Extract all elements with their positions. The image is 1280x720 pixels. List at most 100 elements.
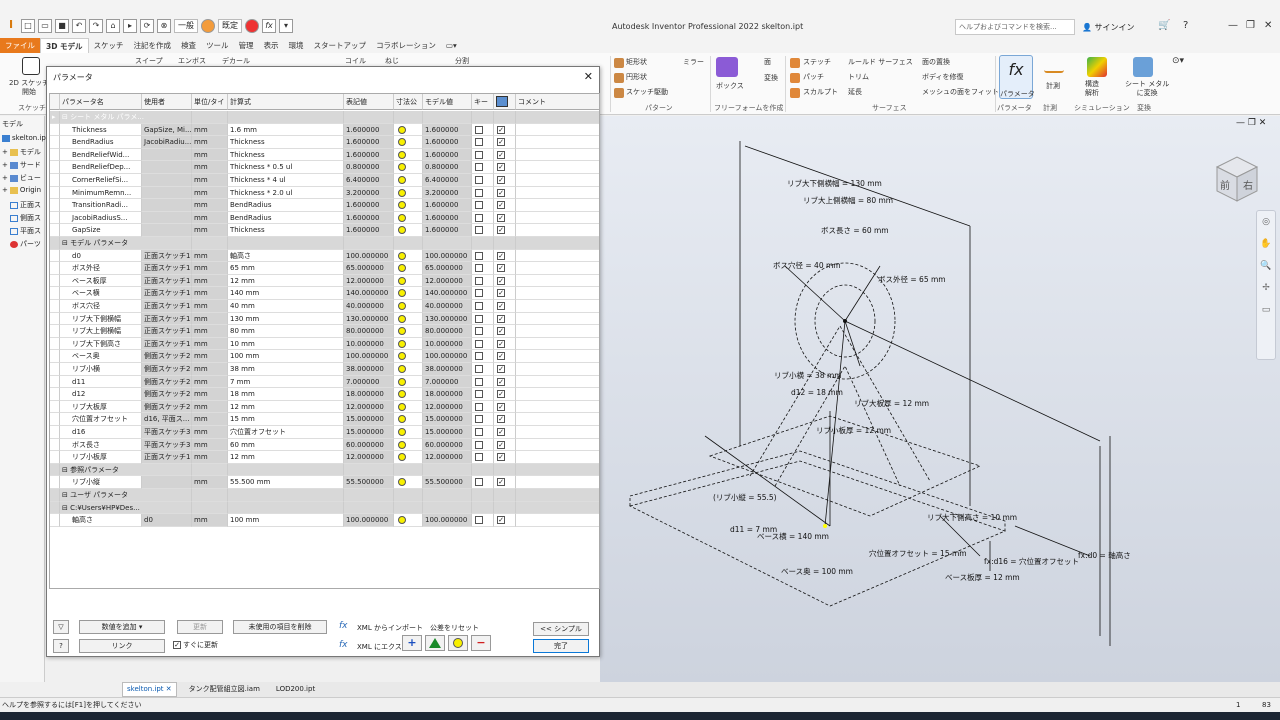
tolerance-dot-icon[interactable] [398, 390, 406, 399]
key-checkbox[interactable] [475, 339, 483, 348]
close-icon[interactable]: ✕ [584, 70, 593, 83]
repair-bodies-button[interactable]: ボディを修復 [922, 72, 964, 82]
tolerance-dot-icon[interactable] [398, 289, 406, 298]
parameters-button[interactable]: パラメータ [1000, 89, 1035, 99]
tolerance-dot-icon[interactable] [398, 302, 406, 310]
new-file-icon[interactable]: □ [21, 19, 35, 33]
parameter-row[interactable]: TransitionRadi... mm BendRadius 1.600000 1.6… [50, 199, 599, 212]
cell-comment[interactable] [516, 476, 599, 489]
rect-pattern-button[interactable]: 矩形状 [626, 57, 647, 67]
parameter-row[interactable]: d12 側面スケッチ2 mm 18 mm 18.000000 18.000000 ✓ [50, 388, 599, 401]
key-checkbox[interactable] [475, 138, 483, 147]
dim-label[interactable]: リブ小横 = 38 mm [774, 370, 842, 381]
viewcube-right[interactable]: 右 [1243, 177, 1253, 192]
key-checkbox[interactable] [475, 440, 483, 449]
cell-comment[interactable] [516, 300, 599, 313]
update-button[interactable]: 更新 [177, 620, 223, 634]
tab-3d-model[interactable]: 3D モデル [40, 37, 89, 54]
export-checkbox[interactable]: ✓ [497, 453, 505, 462]
export-checkbox[interactable]: ✓ [497, 390, 505, 399]
col-header-user[interactable]: 使用者 [142, 94, 192, 110]
minimize-icon[interactable]: — [1228, 20, 1238, 31]
cell-comment[interactable] [516, 224, 599, 237]
cell-expr[interactable]: 1.6 mm [228, 123, 344, 137]
export-checkbox[interactable]: ✓ [497, 516, 505, 525]
tolerance-dot-icon[interactable] [398, 163, 406, 172]
col-header-tolerance[interactable]: 寸法公 [394, 94, 423, 110]
doc-tab-tank[interactable]: タンク配管組立図.iam [185, 683, 264, 696]
doc-tab-lod[interactable]: LOD200.ipt [272, 683, 319, 696]
add-numeric-button[interactable]: 数値を追加 ▾ [79, 620, 165, 634]
material-dropdown[interactable]: 既定 [218, 19, 242, 33]
viewport-window-controls-icon[interactable]: — ❐ ✕ [1236, 118, 1266, 128]
export-checkbox[interactable]: ✓ [497, 289, 505, 298]
cell-comment[interactable] [516, 514, 599, 527]
cell-expr[interactable]: 12 mm [228, 451, 344, 464]
convert-freeform-button[interactable]: 変換 [764, 73, 778, 83]
parameter-row[interactable]: BendReliefWid... mm Thickness 1.600000 1.600… [50, 148, 599, 162]
cart-icon[interactable]: 🛒 [1158, 20, 1170, 31]
cell-comment[interactable] [516, 451, 599, 464]
export-checkbox[interactable]: ✓ [497, 415, 505, 424]
tab-environments[interactable]: 環境 [284, 38, 309, 53]
inventor-logo-icon[interactable]: I [4, 19, 18, 33]
key-checkbox[interactable] [475, 125, 483, 134]
export-checkbox[interactable]: ✓ [497, 176, 505, 184]
dim-label[interactable]: 穴位置オフセット = 15 mm [869, 548, 967, 559]
cell-comment[interactable] [516, 174, 599, 187]
start-sketch-icon[interactable] [22, 57, 40, 75]
tab-getstarted[interactable]: スタートアップ [309, 38, 372, 53]
tolerance-dot-icon[interactable] [398, 352, 406, 361]
parameter-row[interactable]: リブ小板厚 正面スケッチ1 mm 12 mm 12.000000 12.000000 ✓ [50, 451, 599, 464]
convert-sheetmetal-icon[interactable] [1133, 57, 1153, 77]
home-icon[interactable]: ⌂ [106, 19, 120, 33]
face-button[interactable]: 面 [764, 57, 771, 67]
close-icon[interactable]: ✕ [166, 685, 172, 693]
key-checkbox[interactable] [475, 314, 483, 323]
parameter-row[interactable]: BendReliefDep... mm Thickness * 0.5 ul 0.80… [50, 161, 599, 174]
parameter-group-row[interactable]: ⊟ 参照パラメータ [50, 463, 599, 477]
browser-item-model[interactable]: + モデル [2, 147, 41, 157]
tolerance-dot-icon[interactable] [398, 251, 406, 260]
cell-comment[interactable] [516, 250, 599, 263]
parameter-row[interactable]: 穴位置オフセット d16, 平面ス... mm 15 mm 15.000000 15.00… [50, 413, 599, 426]
stitch-button[interactable]: ステッチ [803, 57, 831, 67]
parameter-row[interactable]: ベース横 正面スケッチ1 mm 140 mm 140.000000 140.000000 ✓ [50, 287, 599, 300]
export-checkbox[interactable]: ✓ [497, 276, 505, 285]
cell-expr[interactable]: 80 mm [228, 325, 344, 338]
browser-item-third[interactable]: + サード [2, 160, 41, 170]
export-checkbox[interactable]: ✓ [497, 402, 505, 411]
dim-label[interactable]: ボス長さ = 60 mm [821, 225, 889, 236]
col-header-model[interactable]: モデル値 [423, 94, 472, 110]
cell-expr[interactable]: 40 mm [228, 300, 344, 313]
cell-expr[interactable]: 60 mm [228, 438, 344, 452]
export-checkbox[interactable]: ✓ [497, 365, 505, 373]
tolerance-dot-icon[interactable] [398, 365, 406, 373]
tolerance-dot-icon[interactable] [398, 478, 406, 487]
parameter-group-row[interactable]: ⊟ モデル パラメータ [50, 237, 599, 250]
less-button[interactable]: << シンプル [533, 622, 589, 636]
browser-item-parts[interactable]: パーツ [10, 239, 41, 249]
dim-label[interactable]: リブ小板厚 = 12 mm [816, 425, 891, 436]
parameter-row[interactable]: CornerReliefSi... mm Thickness * 4 ul 6.400… [50, 174, 599, 187]
dim-label[interactable]: ボス外径 = 65 mm [878, 274, 946, 285]
tolerance-dot-icon[interactable] [398, 415, 406, 424]
cell-expr[interactable]: Thickness [228, 136, 344, 149]
tolerance-dot-icon[interactable] [398, 226, 406, 235]
dim-label[interactable]: ボス穴径 = 40 mm [773, 260, 841, 271]
export-checkbox[interactable]: ✓ [497, 188, 505, 197]
tab-collaborate[interactable]: コラボレーション [371, 38, 441, 53]
tolerance-dot-icon[interactable] [398, 428, 406, 436]
replace-face-button[interactable]: 面の置換 [922, 57, 950, 67]
trim-button[interactable]: トリム [848, 72, 869, 82]
cell-comment[interactable] [516, 136, 599, 149]
viewcube[interactable]: 前 右 [1212, 155, 1262, 203]
search-input[interactable]: ヘルプおよびコマンドを検索... [955, 19, 1075, 35]
stress-analysis-icon[interactable] [1087, 57, 1107, 77]
col-header-name[interactable]: パラメータ名 [60, 94, 142, 110]
doc-tab-skelton[interactable]: skelton.ipt ✕ [122, 682, 177, 697]
col-header-nominal[interactable]: 表記値 [344, 94, 394, 110]
dim-label[interactable]: ベース奥 = 100 mm [781, 566, 853, 577]
export-checkbox[interactable]: ✓ [497, 478, 505, 487]
cell-expr[interactable]: 軸高さ [228, 249, 344, 263]
